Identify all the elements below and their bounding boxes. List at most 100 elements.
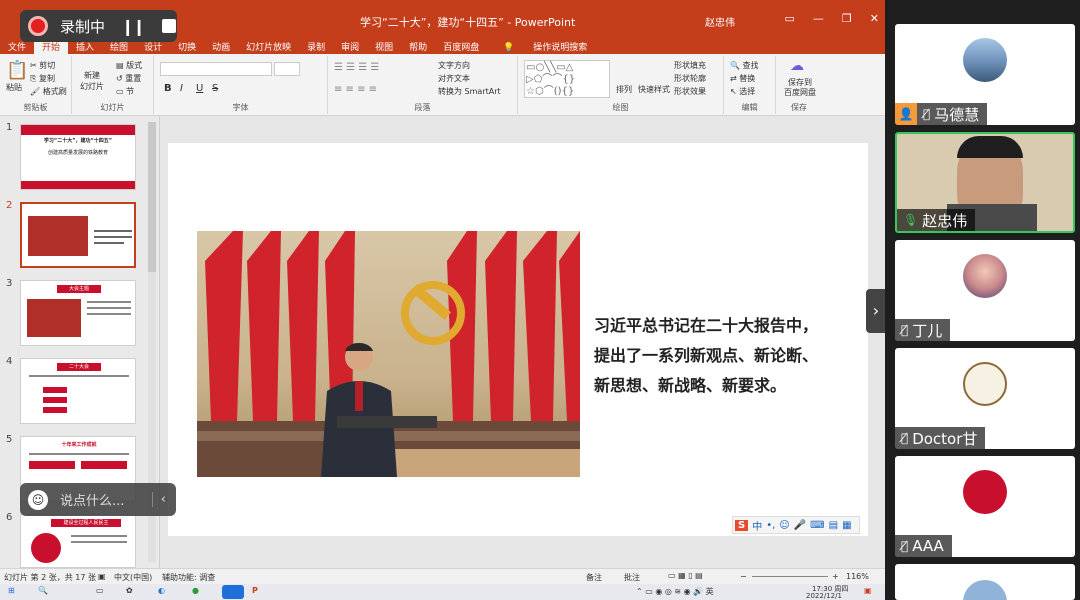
- mic-muted-icon: 🎙̸: [901, 323, 909, 337]
- ribbon-display-button[interactable]: ▭: [785, 12, 795, 25]
- tab-help[interactable]: 帮助: [401, 38, 435, 54]
- layout-button[interactable]: ▤ 版式: [116, 60, 142, 71]
- meeting-app-icon[interactable]: [222, 585, 244, 599]
- windows-start-icon[interactable]: ⊞: [8, 586, 15, 595]
- participant-tile[interactable]: 🎙̸ AAA: [895, 456, 1075, 557]
- slides-label: 幻灯片: [100, 103, 125, 112]
- app-icon[interactable]: ✿: [126, 586, 133, 595]
- list-icons[interactable]: ☰ ☰ ☰ ☰: [334, 62, 379, 73]
- zoom-level[interactable]: 116%: [846, 572, 869, 581]
- zoom-in-icon[interactable]: +: [832, 572, 839, 581]
- format-painter-button[interactable]: 🖌 格式刷: [30, 86, 67, 97]
- ime-emoji-icon[interactable]: ☺: [779, 520, 789, 531]
- quick-styles-button[interactable]: 快速样式: [638, 84, 670, 95]
- shape-effects-button[interactable]: 形状效果: [674, 86, 706, 97]
- arrange-button[interactable]: 排列: [616, 84, 632, 95]
- replace-button[interactable]: ⇄ 替换: [730, 73, 755, 84]
- cut-button[interactable]: ✂ 剪切: [30, 60, 55, 71]
- participant-tile[interactable]: 👤 🎙̸ 马德慧: [895, 24, 1075, 125]
- slide-thumbnail-3[interactable]: 大会主题: [20, 280, 136, 346]
- emoji-icon[interactable]: ☺: [28, 489, 48, 510]
- text-direction-button[interactable]: 文字方向: [438, 60, 470, 71]
- shape-fill-button[interactable]: 形状填充: [674, 60, 706, 71]
- tab-slideshow[interactable]: 幻灯片放映: [238, 38, 299, 54]
- tab-review[interactable]: 审阅: [333, 38, 367, 54]
- paste-button[interactable]: 粘贴: [6, 82, 22, 93]
- account-name[interactable]: 赵忠伟: [705, 14, 735, 29]
- current-slide[interactable]: 习近平总书记在二十大报告中， 提出了一系列新观点、新论断、 新思想、新战略、新要…: [168, 143, 868, 536]
- participant-tile[interactable]: 🎙̸ Doctor甘: [895, 348, 1075, 449]
- chat-input-bar[interactable]: ☺ 说点什么... ‹: [20, 483, 176, 516]
- normal-view-icon[interactable]: ▭ ▦ ▯ ▤: [668, 571, 703, 580]
- maximize-button[interactable]: ❐: [842, 12, 852, 25]
- select-button[interactable]: ↖ 选择: [730, 86, 755, 97]
- new-slide-button[interactable]: 新建 幻灯片: [80, 70, 104, 92]
- tab-transitions[interactable]: 切换: [170, 38, 204, 54]
- slide-photo[interactable]: [197, 231, 580, 477]
- font-size-input[interactable]: [274, 62, 300, 76]
- copy-button[interactable]: ⎘ 复制: [30, 73, 55, 84]
- slide-body-text[interactable]: 习近平总书记在二十大报告中， 提出了一系列新观点、新论断、 新思想、新战略、新要…: [594, 311, 864, 401]
- font-name-input[interactable]: [160, 62, 272, 76]
- spelling-icon[interactable]: ▣: [98, 572, 106, 581]
- zoom-out-icon[interactable]: −: [740, 572, 747, 581]
- participant-name: 马德慧: [934, 105, 980, 124]
- thumbnail-number: 5: [6, 434, 13, 445]
- stop-recording-button[interactable]: [161, 19, 176, 33]
- slide-thumbnail-4[interactable]: 二十大会: [20, 358, 136, 424]
- minimize-button[interactable]: —: [813, 12, 824, 25]
- participant-tile-active[interactable]: 🎙 赵忠伟: [895, 132, 1075, 233]
- smartart-button[interactable]: 转换为 SmartArt: [438, 86, 501, 97]
- find-button[interactable]: 🔍 查找: [730, 60, 759, 71]
- save-baidu-button[interactable]: 保存到 百度网盘: [784, 78, 816, 98]
- task-view-icon[interactable]: ▭: [96, 586, 104, 595]
- underline-button[interactable]: U: [196, 83, 203, 94]
- slide-thumbnail-1[interactable]: 学习“二十大”，建功“十四五” 创建高质量发展的铁路教育: [20, 124, 136, 190]
- close-button[interactable]: ✕: [870, 12, 879, 25]
- clock-date[interactable]: 2022/12/1: [806, 592, 842, 600]
- participant-tile[interactable]: [895, 564, 1075, 600]
- ime-skin-icon[interactable]: ▤: [829, 520, 838, 531]
- tab-record[interactable]: 录制: [299, 38, 333, 54]
- ime-voice-icon[interactable]: 🎤: [794, 520, 806, 531]
- reset-button[interactable]: ↺ 重置: [116, 73, 141, 84]
- search-icon[interactable]: 🔍: [38, 586, 48, 595]
- bold-button[interactable]: B: [164, 83, 172, 94]
- ime-punctuation-icon[interactable]: •,: [766, 520, 775, 531]
- tab-view[interactable]: 视图: [367, 38, 401, 54]
- slide-thumbnail-2[interactable]: [20, 202, 136, 268]
- slide-thumbnail-6[interactable]: 建设全过程人民民主: [20, 514, 136, 568]
- align-icons[interactable]: ≡ ≡ ≡ ≡: [334, 84, 377, 95]
- chevron-left-icon[interactable]: ‹: [151, 492, 166, 507]
- tab-baidu[interactable]: 百度网盘: [435, 38, 487, 54]
- zoom-slider[interactable]: [752, 576, 828, 577]
- tab-animations[interactable]: 动画: [204, 38, 238, 54]
- pause-recording-button[interactable]: ❙❙: [121, 17, 146, 36]
- strikethrough-button[interactable]: S: [212, 83, 218, 94]
- align-text-button[interactable]: 对齐文本: [438, 73, 470, 84]
- congress-photo: [197, 231, 580, 477]
- italic-button[interactable]: I: [180, 83, 183, 94]
- ime-toolbar[interactable]: S 中 •, ☺ 🎤 ⌨ ▤ ▦: [732, 516, 860, 534]
- tab-tell-me[interactable]: 💡 操作说明搜索: [487, 38, 603, 54]
- paste-icon[interactable]: 📋: [6, 60, 28, 81]
- chat-input[interactable]: 说点什么...: [60, 490, 124, 509]
- accessibility-status[interactable]: 辅助功能: 调查: [162, 572, 215, 583]
- comments-button[interactable]: 批注: [624, 572, 640, 583]
- tray-icons[interactable]: ⌃ ▭ ◉ ◎ ≋ ◉ 🔊 英: [636, 586, 714, 597]
- ime-mode[interactable]: 中: [752, 518, 762, 533]
- shape-outline-button[interactable]: 形状轮廓: [674, 73, 706, 84]
- section-button[interactable]: ▭ 节: [116, 86, 134, 97]
- shapes-gallery[interactable]: ▭○╲╲▭△ ▷⬠⌒⌒{} ☆⬡⌒(){}: [524, 60, 610, 98]
- browser-icon[interactable]: ◐: [158, 586, 165, 595]
- ime-menu-icon[interactable]: ▦: [842, 520, 851, 531]
- thumbnail-title: 二十大会: [57, 363, 101, 371]
- ime-keyboard-icon[interactable]: ⌨: [810, 520, 824, 531]
- participant-tile[interactable]: 🎙̸ 丁儿: [895, 240, 1075, 341]
- wechat-icon[interactable]: ●: [192, 586, 199, 595]
- notes-button[interactable]: 备注: [586, 572, 602, 583]
- notification-icon[interactable]: ▣: [864, 586, 872, 595]
- language-status[interactable]: 中文(中国): [114, 572, 152, 583]
- expand-panel-button[interactable]: ›: [866, 289, 886, 333]
- powerpoint-icon[interactable]: P: [252, 586, 258, 595]
